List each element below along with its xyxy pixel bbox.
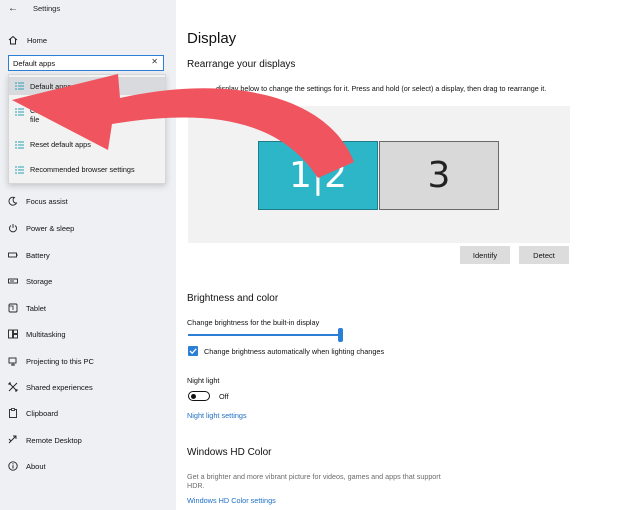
hd-color-description: Get a brighter and more vibrant picture … [187, 472, 441, 490]
search-input[interactable] [13, 57, 148, 69]
suggestion-label: Default apps [30, 82, 71, 91]
brightness-slider-thumb[interactable] [338, 328, 343, 342]
suggestion-recommended-browser[interactable]: Recommended browser settings [9, 163, 165, 177]
app-title: Settings [33, 4, 61, 13]
info-icon [8, 461, 18, 471]
remote-desktop-icon [8, 435, 17, 444]
night-light-toggle[interactable] [188, 391, 210, 401]
suggestion-default-apps[interactable]: Default apps [9, 77, 165, 95]
sidebar-item-label: Storage [26, 276, 53, 286]
toggle-knob [191, 393, 196, 399]
sidebar-item-clipboard[interactable]: Clipboard [8, 406, 168, 420]
hd-color-heading: Windows HD Color [187, 447, 272, 458]
sidebar-item-label: About [26, 461, 46, 471]
sidebar-item-label: Focus assist [26, 196, 68, 206]
suggestion-reset-default-apps[interactable]: Reset default apps [9, 138, 165, 152]
home-icon [8, 35, 18, 45]
sidebar-item-label: Projecting to this PC [26, 356, 94, 366]
sidebar-item-remote-desktop[interactable]: Remote Desktop [8, 433, 168, 447]
projecting-icon [8, 357, 17, 366]
sidebar-item-battery[interactable]: Battery [8, 248, 168, 262]
night-light-state: Off [219, 392, 229, 401]
suggestion-label: Recommended browser settings [30, 165, 135, 174]
auto-brightness-label: Change brightness automatically when lig… [204, 346, 385, 356]
search-suggestions: Default apps Choose a default app by fil… [8, 74, 166, 184]
rearrange-heading: Rearrange your displays [187, 59, 296, 70]
power-icon [9, 224, 17, 233]
list-icon [15, 82, 24, 90]
sidebar-item-label: Battery [26, 250, 50, 260]
sidebar-item-label: Remote Desktop [26, 435, 82, 445]
sidebar-item-power-sleep[interactable]: Power & sleep [8, 221, 168, 235]
sidebar-item-focus-assist[interactable]: Focus assist [8, 194, 168, 208]
storage-icon [8, 278, 18, 284]
monitor-1-2[interactable]: 1|2 [258, 141, 378, 210]
suggestion-label: Reset default apps [30, 140, 91, 149]
sidebar-item-label: Clipboard [26, 408, 59, 418]
search-box[interactable]: ✕ [8, 55, 164, 71]
sidebar-item-multitasking[interactable]: Multitasking [8, 327, 168, 341]
brightness-heading: Brightness and color [187, 293, 279, 304]
title-bar: ← Settings [0, 0, 176, 18]
moon-icon [8, 196, 18, 206]
suggestion-choose-default-app[interactable]: Choose a default app by file [9, 103, 165, 125]
sidebar-item-shared-experiences[interactable]: Shared experiences [8, 380, 168, 394]
list-icon [15, 166, 24, 174]
sidebar-item-label: Shared experiences [26, 382, 93, 392]
battery-icon [8, 252, 18, 258]
sidebar-item-label: Power & sleep [26, 223, 75, 233]
detect-button[interactable]: Detect [519, 246, 569, 264]
auto-brightness-checkbox[interactable] [188, 346, 198, 356]
tablet-icon [8, 303, 18, 313]
sidebar-item-storage[interactable]: Storage [8, 274, 168, 288]
rearrange-description: display below to change the settings for… [216, 84, 547, 93]
checkmark-icon [189, 348, 197, 355]
multitasking-icon [8, 329, 18, 339]
sidebar-item-label: Multitasking [26, 329, 66, 339]
brightness-slider-label: Change brightness for the built-in displ… [187, 318, 320, 327]
shared-experiences-icon [8, 382, 18, 392]
monitor-3[interactable]: 3 [379, 141, 499, 210]
list-icon [15, 141, 24, 149]
page-title: Display [187, 30, 237, 47]
auto-brightness-row[interactable]: Change brightness automatically when lig… [188, 346, 384, 356]
display-arrangement-area: 1|2 3 [188, 106, 570, 243]
sidebar-item-label: Tablet [26, 303, 47, 313]
main-content: Display Rearrange your displays display … [176, 0, 628, 510]
sidebar-item-projecting[interactable]: Projecting to this PC [8, 354, 168, 368]
suggestion-label: Choose a default app by file [30, 106, 110, 124]
hd-color-settings-link[interactable]: Windows HD Color settings [187, 496, 276, 505]
sidebar-item-tablet[interactable]: Tablet [8, 301, 168, 315]
list-icon [15, 108, 24, 116]
sidebar-item-home[interactable]: Home [8, 33, 47, 47]
night-light-label: Night light [187, 376, 220, 385]
identify-button[interactable]: Identify [460, 246, 510, 264]
brightness-slider-track[interactable] [188, 334, 342, 336]
night-light-settings-link[interactable]: Night light settings [187, 411, 247, 420]
home-label: Home [27, 35, 48, 45]
sidebar: ← Settings Home ✕ Default apps Choose a … [0, 0, 176, 510]
close-icon[interactable]: ✕ [151, 57, 158, 66]
back-arrow-icon[interactable]: ← [8, 3, 18, 14]
clipboard-icon [9, 408, 17, 418]
sidebar-item-about[interactable]: About [8, 459, 168, 473]
